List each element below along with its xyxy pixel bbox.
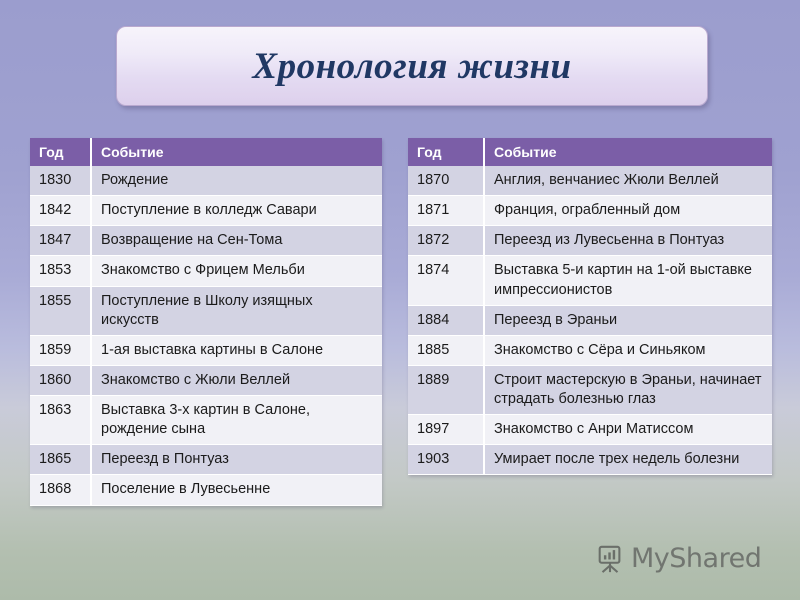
cell-year: 1884 — [408, 305, 485, 336]
cell-event: Рождение — [91, 166, 382, 197]
table-row: 1897 Знакомство с Анри Матиссом — [408, 414, 772, 446]
cell-year: 1853 — [30, 255, 92, 287]
table-row: 1830 Рождение — [30, 166, 382, 197]
cell-year: 1865 — [30, 444, 92, 476]
cell-year: 1847 — [30, 225, 92, 257]
cell-year: 1871 — [408, 195, 485, 227]
cell-event: Знакомство с Жюли Веллей — [91, 365, 382, 397]
cell-event: Поступление в колледж Савари — [91, 195, 382, 227]
cell-event: Поступление в Школу изящных искусств — [91, 286, 382, 336]
table-row: 1853 Знакомство с Фрицем Мельби — [30, 255, 382, 287]
slide-title-banner: Хронология жизни — [116, 26, 708, 106]
cell-event: Переезд в Понтуаз — [91, 444, 382, 476]
table-row: 1859 1-ая выставка картины в Салоне — [30, 335, 382, 366]
cell-year: 1855 — [30, 286, 92, 336]
cell-event: Строит мастерскую в Эраньи, начинает стр… — [484, 365, 772, 416]
cell-year: 1870 — [408, 166, 485, 197]
cell-year: 1903 — [408, 444, 485, 476]
table-row: 1872 Переезд из Лувесьенна в Понтуаз — [408, 225, 772, 257]
cell-event: Знакомство с Анри Матиссом — [484, 414, 772, 446]
cell-year: 1830 — [30, 166, 92, 197]
table-row: 1865 Переезд в Понтуаз — [30, 444, 382, 476]
timeline-table-right: Год Событие 1870 Англия, венчаниес Жюли … — [408, 138, 772, 476]
table-header-row: Год Событие — [408, 138, 772, 167]
table-row: 1842 Поступление в колледж Савари — [30, 195, 382, 227]
timeline-table-left: Год Событие 1830 Рождение 1842 Поступлен… — [30, 138, 382, 506]
table-row: 1863 Выставка 3-х картин в Салоне, рожде… — [30, 395, 382, 446]
table-row: 1860 Знакомство с Жюли Веллей — [30, 365, 382, 397]
column-header-year: Год — [408, 138, 485, 167]
table-row: 1871 Франция, ограбленный дом — [408, 195, 772, 227]
table-row: 1847 Возвращение на Сен-Тома — [30, 225, 382, 257]
cell-year: 1874 — [408, 255, 485, 306]
cell-year: 1885 — [408, 335, 485, 366]
cell-year: 1889 — [408, 365, 485, 416]
table-row: 1874 Выставка 5-и картин на 1-ой выставк… — [408, 255, 772, 306]
table-row: 1868 Поселение в Лувесьенне — [30, 474, 382, 506]
column-header-event: Событие — [91, 138, 382, 167]
cell-year: 1863 — [30, 395, 92, 446]
page-title: Хронология жизни — [252, 45, 572, 87]
cell-event: Выставка 5-и картин на 1-ой выставке имп… — [484, 255, 772, 306]
cell-year: 1842 — [30, 195, 92, 227]
cell-year: 1868 — [30, 474, 92, 506]
table-row: 1903 Умирает после трех недель болезни — [408, 444, 772, 476]
watermark-label: MyShared — [631, 543, 762, 574]
cell-event: Поселение в Лувесьенне — [91, 474, 382, 506]
cell-event: 1-ая выставка картины в Салоне — [91, 335, 382, 366]
cell-event: Переезд из Лувесьенна в Понтуаз — [484, 225, 772, 257]
cell-event: Знакомство с Сёра и Синьяком — [484, 335, 772, 366]
cell-year: 1860 — [30, 365, 92, 397]
presentation-chart-icon — [595, 544, 625, 574]
table-row: 1889 Строит мастерскую в Эраньи, начинае… — [408, 365, 772, 416]
table-row: 1884 Переезд в Эраньи — [408, 305, 772, 336]
cell-event: Умирает после трех недель болезни — [484, 444, 772, 476]
cell-event: Переезд в Эраньи — [484, 305, 772, 336]
cell-event: Выставка 3-х картин в Салоне, рождение с… — [91, 395, 382, 446]
cell-event: Англия, венчаниес Жюли Веллей — [484, 166, 772, 197]
watermark: MyShared — [595, 543, 762, 574]
cell-event: Знакомство с Фрицем Мельби — [91, 255, 382, 287]
table-header-row: Год Событие — [30, 138, 382, 167]
cell-year: 1859 — [30, 335, 92, 366]
table-row: 1870 Англия, венчаниес Жюли Веллей — [408, 166, 772, 197]
table-row: 1885 Знакомство с Сёра и Синьяком — [408, 335, 772, 366]
cell-year: 1897 — [408, 414, 485, 446]
column-header-year: Год — [30, 138, 92, 167]
cell-event: Франция, ограбленный дом — [484, 195, 772, 227]
cell-event: Возвращение на Сен-Тома — [91, 225, 382, 257]
column-header-event: Событие — [484, 138, 772, 167]
cell-year: 1872 — [408, 225, 485, 257]
table-row: 1855 Поступление в Школу изящных искусст… — [30, 286, 382, 336]
